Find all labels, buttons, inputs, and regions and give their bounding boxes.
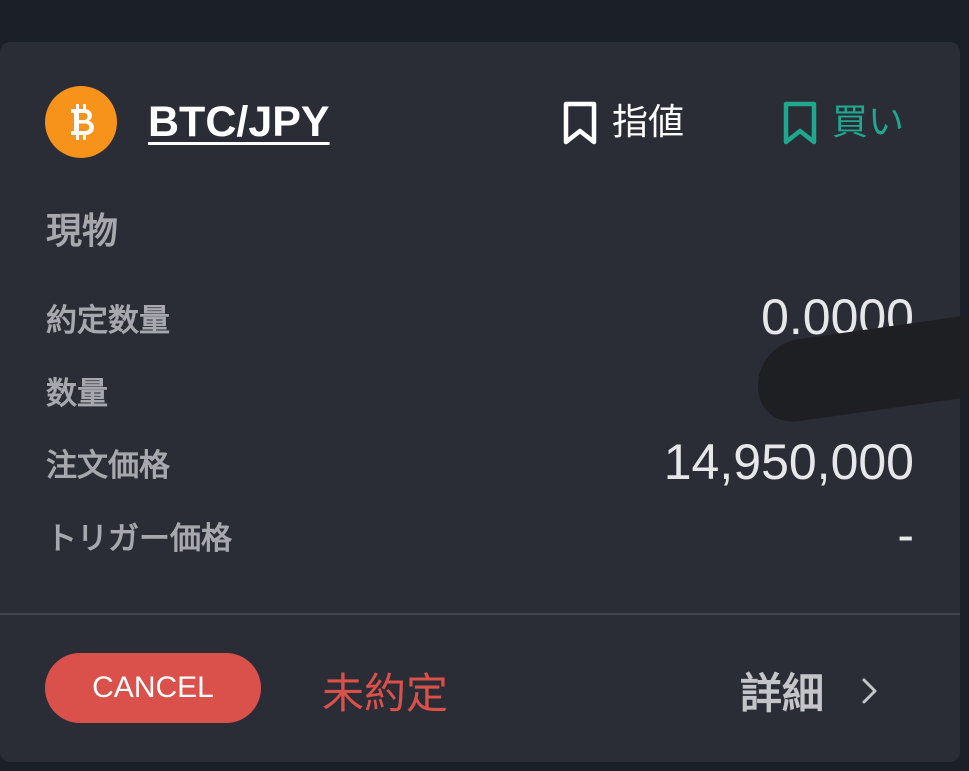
pair-link[interactable]: BTC/JPY	[148, 98, 330, 147]
detail-label: 詳細	[740, 669, 825, 718]
field-row-trigger-price: トリガー価格 -	[46, 504, 914, 564]
divider	[0, 613, 960, 615]
bookmark-icon	[783, 101, 817, 145]
cancel-button[interactable]: CANCEL	[45, 653, 261, 723]
detail-link[interactable]: 詳細	[740, 660, 880, 721]
field-value: 14,950,000	[663, 434, 914, 490]
chevron-right-icon	[862, 678, 877, 703]
field-label: 注文価格	[46, 448, 170, 484]
field-row-filled-qty: 約定数量 0.0000	[46, 286, 914, 346]
field-label: 約定数量	[46, 303, 170, 339]
field-row-order-price: 注文価格 14,950,000	[46, 431, 914, 491]
field-label: 数量	[46, 376, 108, 412]
field-value: -	[897, 507, 914, 563]
bookmark-icon	[563, 101, 597, 145]
order-side-label: 買い	[832, 102, 905, 143]
order-card: BTC/JPY 指値 買い 現物 約定数量 0.0000 数量 注文価格 14,…	[0, 42, 969, 762]
bitcoin-icon	[45, 86, 117, 158]
status-label: 未約定	[322, 669, 449, 718]
order-side-tag: 買い	[782, 100, 904, 146]
order-type-label: 指値	[612, 102, 685, 143]
category-label: 現物	[46, 211, 119, 252]
order-header: BTC/JPY 指値 買い	[0, 42, 960, 202]
field-label: トリガー価格	[46, 521, 232, 557]
order-type-tag: 指値	[562, 100, 684, 146]
